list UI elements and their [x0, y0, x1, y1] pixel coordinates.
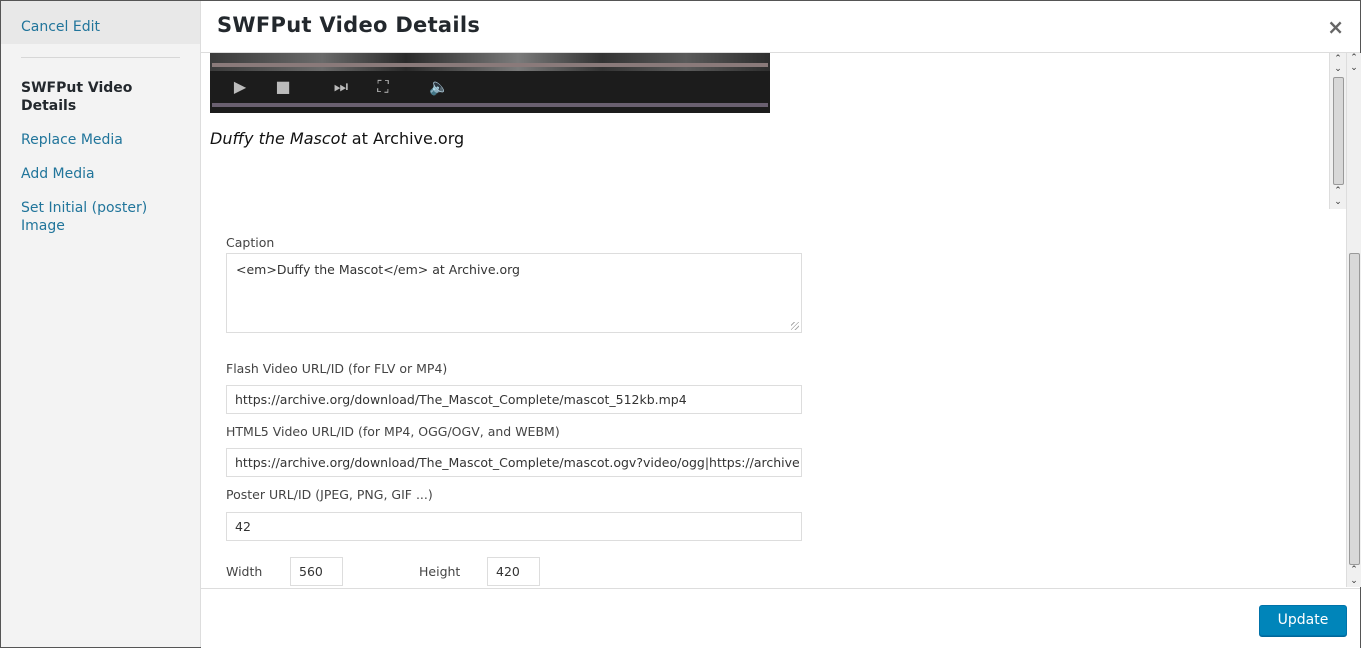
- width-label: Width: [226, 564, 263, 579]
- content-scrollbar[interactable]: ⌃ ⌄ ⌃ ⌄: [1346, 53, 1361, 587]
- height-input[interactable]: 420: [487, 557, 540, 586]
- flash-url-input[interactable]: https://archive.org/download/The_Mascot_…: [226, 385, 802, 414]
- width-value: 560: [299, 564, 323, 579]
- close-icon[interactable]: ×: [1327, 15, 1344, 39]
- volume-track[interactable]: [212, 103, 768, 107]
- html5-url-value: https://archive.org/download/The_Mascot_…: [235, 455, 802, 470]
- scroll-down-arrow-icon[interactable]: ⌄: [1348, 63, 1360, 73]
- scroll-down-arrow-icon[interactable]: ⌄: [1348, 576, 1360, 586]
- update-button[interactable]: Update: [1259, 605, 1347, 636]
- video-player-preview[interactable]: ▶ ■ ⏭ ⛶ 🔈: [210, 53, 770, 113]
- content-scroll-thumb[interactable]: [1349, 253, 1360, 565]
- page-title: SWFPut Video Details: [217, 13, 481, 37]
- height-label: Height: [419, 564, 461, 579]
- cancel-edit-label: Cancel Edit: [21, 19, 100, 35]
- poster-url-label: Poster URL/ID (JPEG, PNG, GIF ...): [226, 487, 433, 502]
- poster-url-value: 42: [235, 519, 251, 534]
- scroll-up-arrow-icon[interactable]: ⌃: [1332, 54, 1344, 64]
- preview-scroll-thumb[interactable]: [1333, 77, 1344, 185]
- poster-url-input[interactable]: 42: [226, 512, 802, 541]
- modal-footer: Update: [201, 588, 1360, 648]
- sidebar-separator: [21, 57, 180, 58]
- video-caption-preview: Duffy the Mascot at Archive.org: [210, 129, 464, 148]
- flash-url-value: https://archive.org/download/The_Mascot_…: [235, 392, 687, 407]
- media-modal: Cancel Edit SWFPut Video Details Replace…: [0, 0, 1361, 648]
- scroll-up-arrow-icon[interactable]: ⌃: [1348, 565, 1360, 575]
- video-progress-bar[interactable]: [212, 63, 768, 67]
- preview-scrollbar[interactable]: ⌃ ⌄ ⌃ ⌄: [1329, 53, 1346, 209]
- scroll-down-arrow-icon[interactable]: ⌄: [1332, 64, 1344, 74]
- skip-icon[interactable]: ⏭: [328, 75, 354, 99]
- caption-textarea[interactable]: <em>Duffy the Mascot</em> at Archive.org: [226, 253, 802, 333]
- video-details-content: ▶ ■ ⏭ ⛶ 🔈 Duffy the Mascot at Archive.or…: [201, 53, 1346, 587]
- caption-textarea-value: <em>Duffy the Mascot</em> at Archive.org: [236, 262, 520, 277]
- caption-field-label: Caption: [226, 235, 275, 250]
- volume-icon[interactable]: 🔈: [426, 75, 452, 99]
- sidebar-item-swfput-video-details[interactable]: SWFPut Video Details: [21, 79, 186, 115]
- play-icon[interactable]: ▶: [227, 75, 253, 99]
- sidebar-item-set-poster-image[interactable]: Set Initial (poster) Image: [21, 199, 186, 235]
- scroll-up-arrow-icon[interactable]: ⌃: [1348, 53, 1360, 63]
- modal-header: SWFPut Video Details ×: [201, 1, 1360, 53]
- flash-url-label: Flash Video URL/ID (for FLV or MP4): [226, 361, 448, 376]
- sidebar-item-add-media[interactable]: Add Media: [21, 165, 186, 183]
- stop-icon[interactable]: ■: [270, 75, 296, 99]
- html5-url-label: HTML5 Video URL/ID (for MP4, OGG/OGV, an…: [226, 424, 560, 439]
- video-frame: [210, 53, 770, 71]
- caption-title: Duffy the Mascot: [210, 129, 347, 148]
- scroll-up-arrow-icon[interactable]: ⌃: [1332, 186, 1344, 196]
- height-value: 420: [496, 564, 520, 579]
- scroll-down-arrow-icon[interactable]: ⌄: [1332, 197, 1344, 207]
- fullscreen-icon[interactable]: ⛶: [370, 75, 396, 99]
- sidebar-item-replace-media[interactable]: Replace Media: [21, 131, 186, 149]
- html5-url-input[interactable]: https://archive.org/download/The_Mascot_…: [226, 448, 802, 477]
- cancel-edit-link[interactable]: Cancel Edit: [1, 1, 200, 44]
- width-input[interactable]: 560: [290, 557, 343, 586]
- resize-grip-icon[interactable]: [791, 322, 799, 330]
- media-sidebar: Cancel Edit SWFPut Video Details Replace…: [1, 1, 201, 647]
- caption-source: at Archive.org: [346, 129, 465, 148]
